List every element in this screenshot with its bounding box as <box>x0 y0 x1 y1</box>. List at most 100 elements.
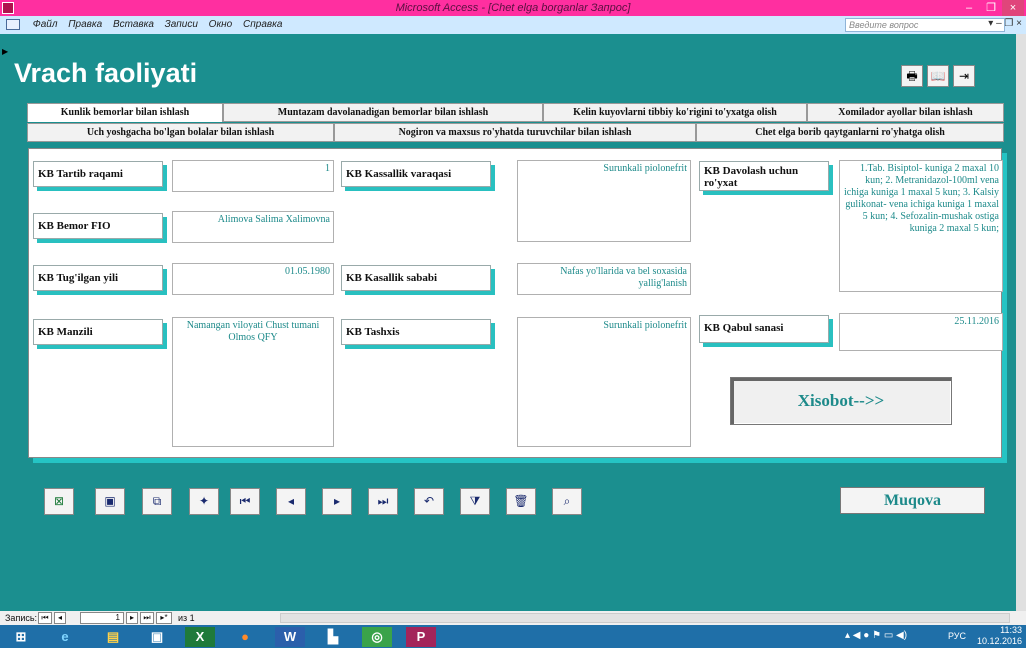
trash-icon: 🗑 <box>513 494 529 508</box>
ie-icon[interactable]: e <box>50 627 80 647</box>
undo-button[interactable]: ↶ <box>414 488 444 515</box>
prev-record-icon: ◂ <box>287 494 295 508</box>
tab-regular-patients[interactable]: Muntazam davolanadigan bemorlar bilan is… <box>223 103 543 122</box>
explorer-icon[interactable]: ▤ <box>98 627 128 647</box>
prev-record-button[interactable]: ◂ <box>276 488 306 515</box>
book-icon[interactable]: 📖 <box>927 65 949 87</box>
access-taskbar-icon[interactable]: P <box>406 627 436 647</box>
field-varaqa[interactable]: Surunkali piolonefrit <box>517 160 691 242</box>
save-button[interactable]: ▣ <box>95 488 125 515</box>
close-button[interactable]: × <box>1002 0 1024 16</box>
filter-icon: ⧩ <box>469 494 481 508</box>
firefox-icon[interactable]: ● <box>230 627 260 647</box>
printer-icon[interactable]: 🖶 <box>901 65 923 87</box>
window-title: Microsoft Access - [Chet elga borganlar … <box>395 2 631 14</box>
new-record-icon: ✦ <box>198 494 210 508</box>
app-icon[interactable]: ▙ <box>318 627 348 647</box>
tab-abroad[interactable]: Chet elga borib qaytganlarni ro'yhatga o… <box>696 123 1004 142</box>
field-fio[interactable]: Alimova Salima Xalimovna <box>172 211 334 243</box>
tab-pregnant[interactable]: Xomilador ayollar bilan ishlash <box>807 103 1004 122</box>
delete-button[interactable]: 🗑 <box>506 488 536 515</box>
status-prev-button[interactable]: ◂ <box>54 612 66 624</box>
field-manzil[interactable]: Namangan viloyati Chust tumani Olmos QFY <box>172 317 334 447</box>
records-label: Запись: <box>5 613 38 623</box>
menu-file[interactable]: Файл <box>33 16 58 34</box>
new-record-button[interactable]: ✦ <box>189 488 219 515</box>
menu-insert[interactable]: Вставка <box>113 16 154 34</box>
tab-daily-patients[interactable]: Kunlik bemorlar bilan ishlash <box>27 103 223 122</box>
exit-door-icon[interactable]: ⇥ <box>953 65 975 87</box>
field-davolash[interactable]: 1.Tab. Bisiptol- kuniga 2 maxal 10 kun; … <box>839 160 1003 292</box>
record-selector-icon: ▶ <box>2 47 9 56</box>
maximize-button[interactable]: ❐ <box>980 0 1002 16</box>
first-record-icon: ⏮ <box>239 494 251 508</box>
current-record-input[interactable]: 1 <box>80 612 124 624</box>
menu-edit[interactable]: Правка <box>68 16 102 34</box>
menu-bar: Файл Правка Вставка Записи Окно Справка … <box>0 16 1026 34</box>
label-davolash: KB Davolash uchun ro'yxat <box>699 161 829 191</box>
save-app-icon[interactable]: ▣ <box>142 627 172 647</box>
save-icon: ▣ <box>104 494 116 508</box>
label-sabab: KB Kasallik sababi <box>341 265 491 291</box>
tab-row-1: Kunlik bemorlar bilan ishlash Muntazam d… <box>27 103 1004 122</box>
menu-records[interactable]: Записи <box>165 16 198 34</box>
cover-button[interactable]: Muqova <box>840 487 985 514</box>
clock[interactable]: 11:33 10.12.2016 <box>977 625 1022 648</box>
label-tashxis: KB Tashxis <box>341 319 491 345</box>
tab-children[interactable]: Uch yoshgacha bo'lgan bolalar bilan ishl… <box>27 123 334 142</box>
menu-help[interactable]: Справка <box>243 16 282 34</box>
label-varaqa: KB Kassallik varaqasi <box>341 161 491 187</box>
excel-icon: ⊠ <box>53 494 65 508</box>
undo-icon: ↶ <box>423 494 435 508</box>
clock-time: 11:33 <box>1000 625 1022 635</box>
first-record-button[interactable]: ⏮ <box>230 488 260 515</box>
horizontal-scrollbar[interactable] <box>280 613 1010 623</box>
mdi-window-controls[interactable]: ▾ – ❐ × <box>988 18 1022 29</box>
green-app-icon[interactable]: ◎ <box>362 627 392 647</box>
record-count: из 1 <box>178 613 195 623</box>
field-tashxis[interactable]: Surunkali piolonefrit <box>517 317 691 447</box>
next-record-icon: ▸ <box>333 494 341 508</box>
minimize-button[interactable]: – <box>958 0 980 16</box>
form-icon <box>6 19 20 30</box>
field-tugilgan[interactable]: 01.05.1980 <box>172 263 334 295</box>
next-record-button[interactable]: ▸ <box>322 488 352 515</box>
word-app-icon[interactable]: W <box>275 627 305 647</box>
label-tugilgan: KB Tug'ilgan yili <box>33 265 163 291</box>
label-tartib: KB Tartib raqami <box>33 161 163 187</box>
tab-newlyweds[interactable]: Kelin kuyovlarni tibbiy ko'rigini to'yxa… <box>543 103 807 122</box>
form-title: Vrach faoliyati <box>14 58 198 88</box>
windows-taskbar: ⊞ e ▤ ▣ X ● W ▙ ◎ P ▴ ◀ ● ⚑ ▭ ◀) РУС 11:… <box>0 625 1026 648</box>
tab-disabled[interactable]: Nogiron va maxsus ro'yhatda turuvchilar … <box>334 123 696 142</box>
copy-icon: ⧉ <box>152 494 162 508</box>
access-app-icon[interactable] <box>2 2 14 14</box>
language-indicator[interactable]: РУС <box>948 631 966 641</box>
status-new-button[interactable]: ▸* <box>156 612 172 624</box>
ask-question-input[interactable]: Введите вопрос <box>845 18 1005 32</box>
system-tray-icons[interactable]: ▴ ◀ ● ⚑ ▭ ◀) <box>845 630 907 641</box>
field-qabul[interactable]: 25.11.2016 <box>839 313 1003 351</box>
field-tartib[interactable]: 1 <box>172 160 334 192</box>
title-bar: Microsoft Access - [Chet elga borganlar … <box>0 0 1026 16</box>
record-navigation-bar: Запись: ⏮ ◂ 1 ▸ ⏭ ▸* из 1 <box>0 611 1026 625</box>
find-button[interactable]: ⌕ <box>552 488 582 515</box>
vertical-scrollbar[interactable] <box>1016 34 1026 611</box>
clock-date: 10.12.2016 <box>976 636 1022 646</box>
field-sabab[interactable]: Nafas yo'llarida va bel soxasida yallig'… <box>517 263 691 295</box>
copy-button[interactable]: ⧉ <box>142 488 172 515</box>
binoculars-icon: ⌕ <box>563 494 571 508</box>
status-next-button[interactable]: ▸ <box>126 612 138 624</box>
start-button[interactable]: ⊞ <box>6 627 36 647</box>
label-qabul: KB Qabul sanasi <box>699 315 829 343</box>
status-last-button[interactable]: ⏭ <box>140 612 154 624</box>
excel-export-button[interactable]: ⊠ <box>44 488 74 515</box>
menu-window[interactable]: Окно <box>209 16 233 34</box>
report-button[interactable]: Xisobot-->> <box>730 377 952 425</box>
label-manzil: KB Manzili <box>33 319 163 345</box>
excel-app-icon[interactable]: X <box>185 627 215 647</box>
filter-button[interactable]: ⧩ <box>460 488 490 515</box>
tab-row-2: Uch yoshgacha bo'lgan bolalar bilan ishl… <box>27 123 1004 142</box>
record-selector-bar[interactable]: ▶ <box>0 44 10 611</box>
status-first-button[interactable]: ⏮ <box>38 612 52 624</box>
last-record-button[interactable]: ⏭ <box>368 488 398 515</box>
